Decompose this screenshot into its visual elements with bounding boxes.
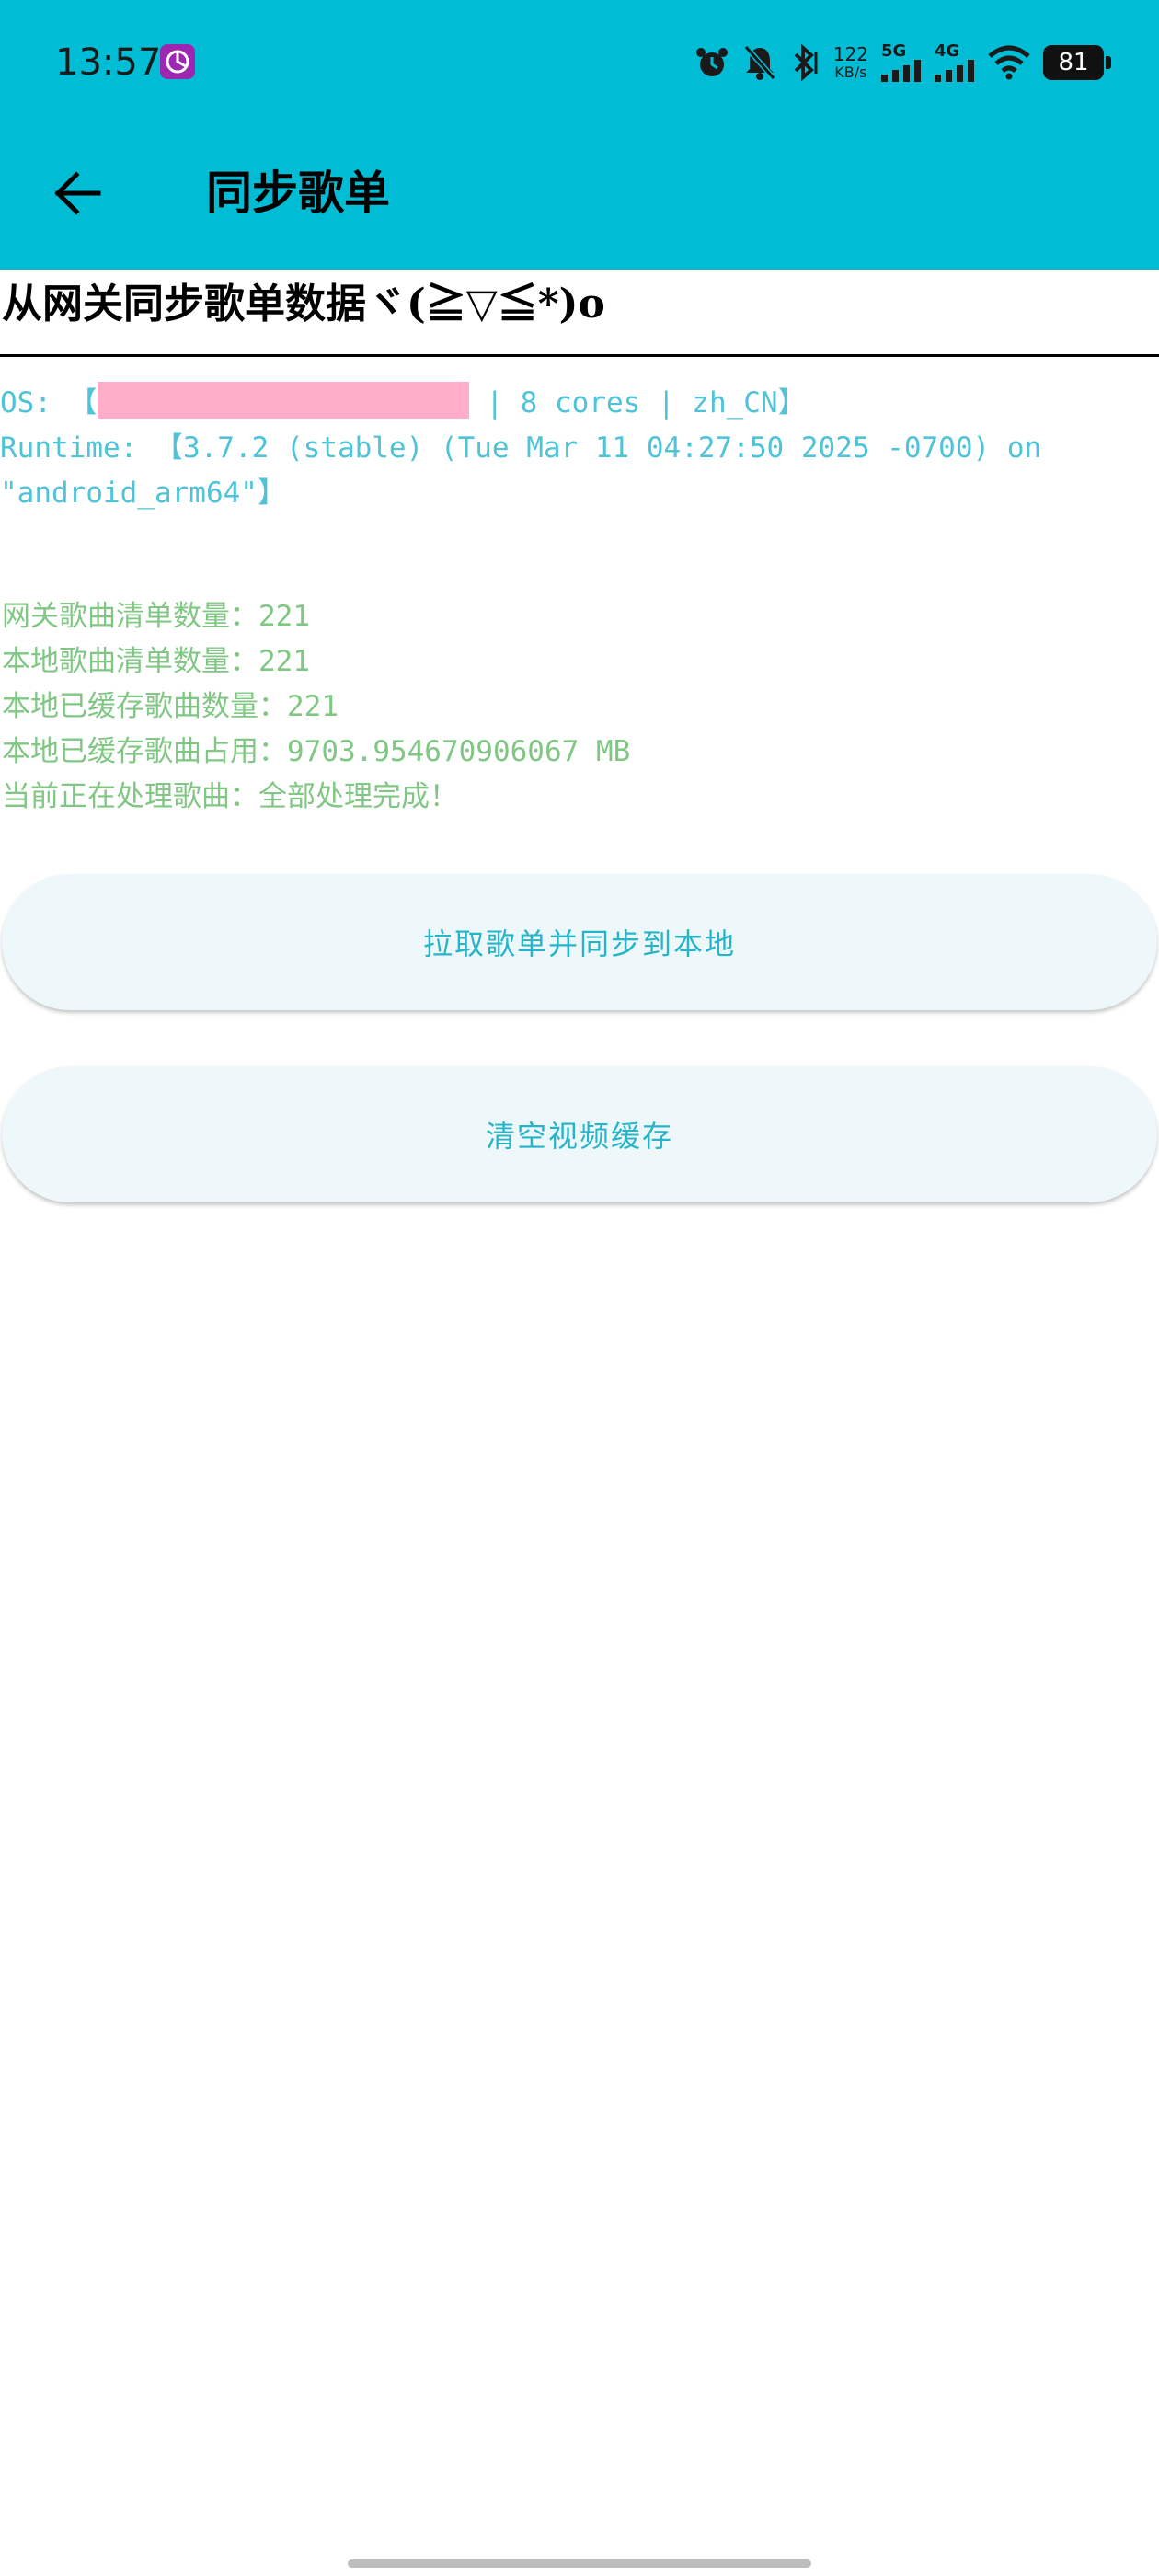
status-icons: 122 KB/s 5G 4G 81 bbox=[694, 37, 1111, 88]
sync-playlist-button[interactable]: 拉取歌单并同步到本地 bbox=[2, 874, 1157, 1010]
sim1-signal: 5G bbox=[881, 43, 922, 82]
network-speed-value: 122 bbox=[832, 43, 868, 65]
battery-icon: 81 bbox=[1043, 45, 1111, 80]
clear-video-cache-button[interactable]: 清空视频缓存 bbox=[2, 1066, 1157, 1202]
sim2-network-tag: 4G bbox=[935, 41, 960, 61]
status-time: 13:57 bbox=[55, 41, 162, 84]
arrow-left-icon bbox=[54, 171, 101, 215]
redacted-os-name bbox=[97, 382, 469, 419]
sim1-network-tag: 5G bbox=[881, 41, 907, 61]
bluetooth-icon bbox=[794, 44, 818, 81]
processing-status: 当前正在处理歌曲：全部处理完成！ bbox=[2, 780, 458, 813]
page-title: 同步歌单 bbox=[206, 166, 390, 220]
network-speed: 122 KB/s bbox=[833, 45, 868, 80]
signal-bars-icon bbox=[935, 60, 974, 82]
system-info: OS: 【 | 8 cores | zh_CN】 Runtime: 【3.7.2… bbox=[0, 381, 1141, 516]
back-button[interactable] bbox=[37, 147, 120, 239]
local-song-count: 本地歌曲清单数量：221 bbox=[2, 645, 310, 678]
app-bar: 13:57 122 KB/s 5G 4G 81 同步歌单 bbox=[0, 0, 1159, 270]
runtime-info-line-1: Runtime: 【3.7.2 (stable) (Tue Mar 11 04:… bbox=[0, 431, 1042, 465]
cached-song-count: 本地已缓存歌曲数量：221 bbox=[2, 690, 339, 723]
os-info-suffix: | 8 cores | zh_CN】 bbox=[468, 386, 807, 420]
sim2-signal: 4G bbox=[935, 43, 975, 82]
sync-headline: 从网关同步歌单数据ヾ(≧▽≦*)o bbox=[2, 281, 605, 328]
home-indicator[interactable] bbox=[348, 2559, 811, 2568]
app-notification-icon bbox=[160, 44, 195, 79]
cached-song-size: 本地已缓存歌曲占用：9703.954670906067 MB bbox=[2, 735, 631, 768]
wifi-icon bbox=[988, 45, 1030, 80]
network-speed-unit: KB/s bbox=[834, 63, 867, 81]
runtime-info-line-2: "android_arm64"】 bbox=[0, 477, 286, 510]
signal-bars-icon bbox=[881, 60, 921, 82]
bell-muted-icon bbox=[743, 45, 776, 80]
os-info-prefix: OS: 【 bbox=[0, 386, 98, 420]
divider bbox=[0, 354, 1159, 357]
alarm-icon bbox=[695, 48, 728, 76]
gateway-song-count: 网关歌曲清单数量：221 bbox=[2, 600, 310, 633]
sync-stats: 网关歌曲清单数量：221 本地歌曲清单数量：221 本地已缓存歌曲数量：221 … bbox=[2, 594, 630, 820]
os-info-line: OS: 【 | 8 cores | zh_CN】 bbox=[0, 381, 1141, 426]
